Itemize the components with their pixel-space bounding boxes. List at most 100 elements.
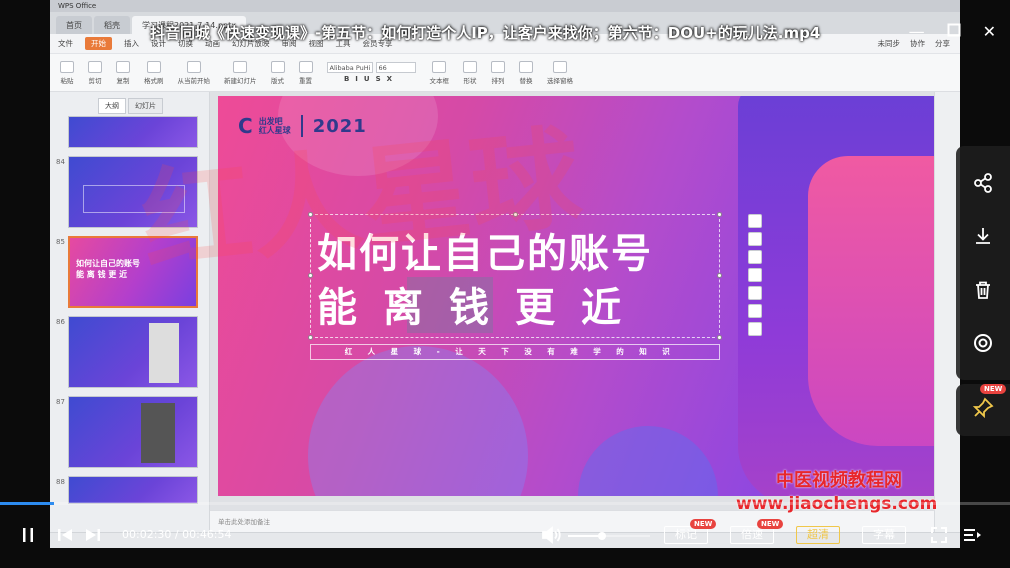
logo-mark: C [238,114,253,138]
resize-handle [308,335,313,340]
more-icon [748,322,762,336]
subtitle-button[interactable]: 字幕 [862,526,906,544]
video-title: 抖音同城《快速变现课》-第五节：如何打造个人IP，让客户来找你；第六节：DOU+… [150,24,821,42]
resize-handle [513,212,518,217]
ribbon-cut: 剪切 [84,60,106,85]
cut-icon [88,60,102,73]
slide-thumbnail [68,156,198,228]
font-size-field: 66 [375,62,416,73]
tab-slides: 幻灯片 [128,98,163,114]
ribbon-selection-pane: 选择窗格 [543,60,577,85]
video-player[interactable]: WPS Office 首页 稻壳 学习课程2021-7-14.pptx 文件 开… [0,0,1010,568]
pause-icon[interactable] [20,524,36,546]
playlist-icon[interactable] [962,524,982,546]
ribbon-replace: 替换 [515,60,537,85]
target-icon[interactable] [968,328,998,358]
pin-new-badge: NEW [980,384,1007,394]
progress-bar[interactable] [0,502,1010,505]
next-icon[interactable] [84,524,102,546]
selection-pane-icon [553,60,567,73]
volume-knob[interactable] [598,532,607,540]
shape-fill-icon [748,232,762,246]
arrange-icon [491,60,505,73]
wps-app-name: WPS Office [58,2,97,10]
progress-fill [0,502,54,505]
volume-fill [568,535,603,537]
ribbon-new-slide: 新建幻灯片 [220,60,261,85]
thumbnail-number: 85 [56,238,65,246]
thumbnail-number: 86 [56,318,65,326]
ribbon-reset: 重置 [295,60,317,85]
slide-thumbnail [68,396,198,468]
thumbnail-number: 87 [56,398,65,406]
share-icon[interactable] [968,168,998,198]
layout-icon [270,60,285,73]
play-slide-icon [186,60,201,73]
total-duration: 00:46:54 [182,528,232,541]
prev-icon[interactable] [56,524,74,546]
layer-icon [748,268,762,282]
wps-tab-home: 首页 [56,16,92,34]
paste-icon [60,60,74,73]
thumbnail-number: 84 [56,158,65,166]
logo-brand: 出发吧 红人星球 [258,117,291,135]
frame-icon [748,250,762,264]
ribbon-format-painter: 格式刷 [140,60,168,85]
slide-thumbnail [68,316,198,388]
resize-handle [717,212,722,217]
textbox-icon [432,60,447,73]
slide-title-line1: 如何让自己的账号 [317,231,653,277]
current-time: 00:02:30 [122,528,172,541]
ribbon-layout: 版式 [267,60,289,85]
slide-title-line2: 能离钱更近 [317,285,647,331]
ribbon-textbox: 文本框 [426,60,454,85]
ribbon-paste: 粘贴 [56,60,78,85]
delete-icon[interactable] [968,275,998,305]
volume-icon[interactable] [540,524,562,546]
restore-icon[interactable] [947,22,961,41]
replace-icon [519,60,533,73]
resize-handle [308,212,313,217]
site-watermark-name: 中医视频教程网 [776,470,902,491]
volume-slider[interactable] [568,532,650,540]
mac-menu-bar: WPS Office [50,0,960,12]
grid-icon [748,304,762,318]
ribbon-font: Alibaba PuHi 66 BIUSX [323,62,420,83]
time-separator: / [171,528,183,541]
thumbnail-panel-tabs: 大纲 幻灯片 [98,98,163,114]
minimize-icon[interactable]: — [909,22,925,41]
selected-title-textbox: 如何让自己的账号 能离钱更近 [308,212,722,340]
reset-icon [298,60,313,73]
pin-icon[interactable] [972,397,994,423]
resize-handle [717,335,722,340]
new-slide-icon [233,60,248,73]
thumbnail-phone-image [141,403,175,463]
logo-separator [300,115,303,137]
thumbnail-phone-image [149,323,179,383]
format-painter-icon [146,60,161,73]
copy-icon [116,60,130,73]
wps-menu-insert: 插入 [124,39,139,48]
download-icon[interactable] [968,221,998,251]
mark-new-badge: NEW [690,519,717,529]
resize-handle [308,273,313,278]
wps-sync-status: 未同步 [877,39,901,48]
time-display: 00:02:30 / 00:46:54 [122,528,232,541]
fullscreen-icon[interactable] [930,524,948,546]
window-controls: — ✕ [909,22,996,41]
shape-icon [463,60,477,73]
thumbnail-table [83,185,185,213]
wps-tab-docer: 稻壳 [94,16,130,34]
slide-thumbnail-panel: 大纲 幻灯片 84 85 如何让自己的账号 能 离 钱 更 近 86 87 88 [50,92,210,532]
close-icon[interactable]: ✕ [983,22,996,41]
wps-menu-start: 开始 [85,37,112,50]
slide-thumbnail [68,476,198,504]
tab-outline: 大纲 [98,98,126,114]
quality-button[interactable]: 超清 [796,526,840,544]
slide-thumbnail-selected: 如何让自己的账号 能 离 钱 更 近 [68,236,198,308]
ribbon-arrange: 排列 [487,60,509,85]
speed-new-badge: NEW [757,519,784,529]
slide-logo: C 出发吧 红人星球 2021 [238,114,367,138]
decor-big-number-inner [808,156,934,446]
resize-handle [717,273,722,278]
